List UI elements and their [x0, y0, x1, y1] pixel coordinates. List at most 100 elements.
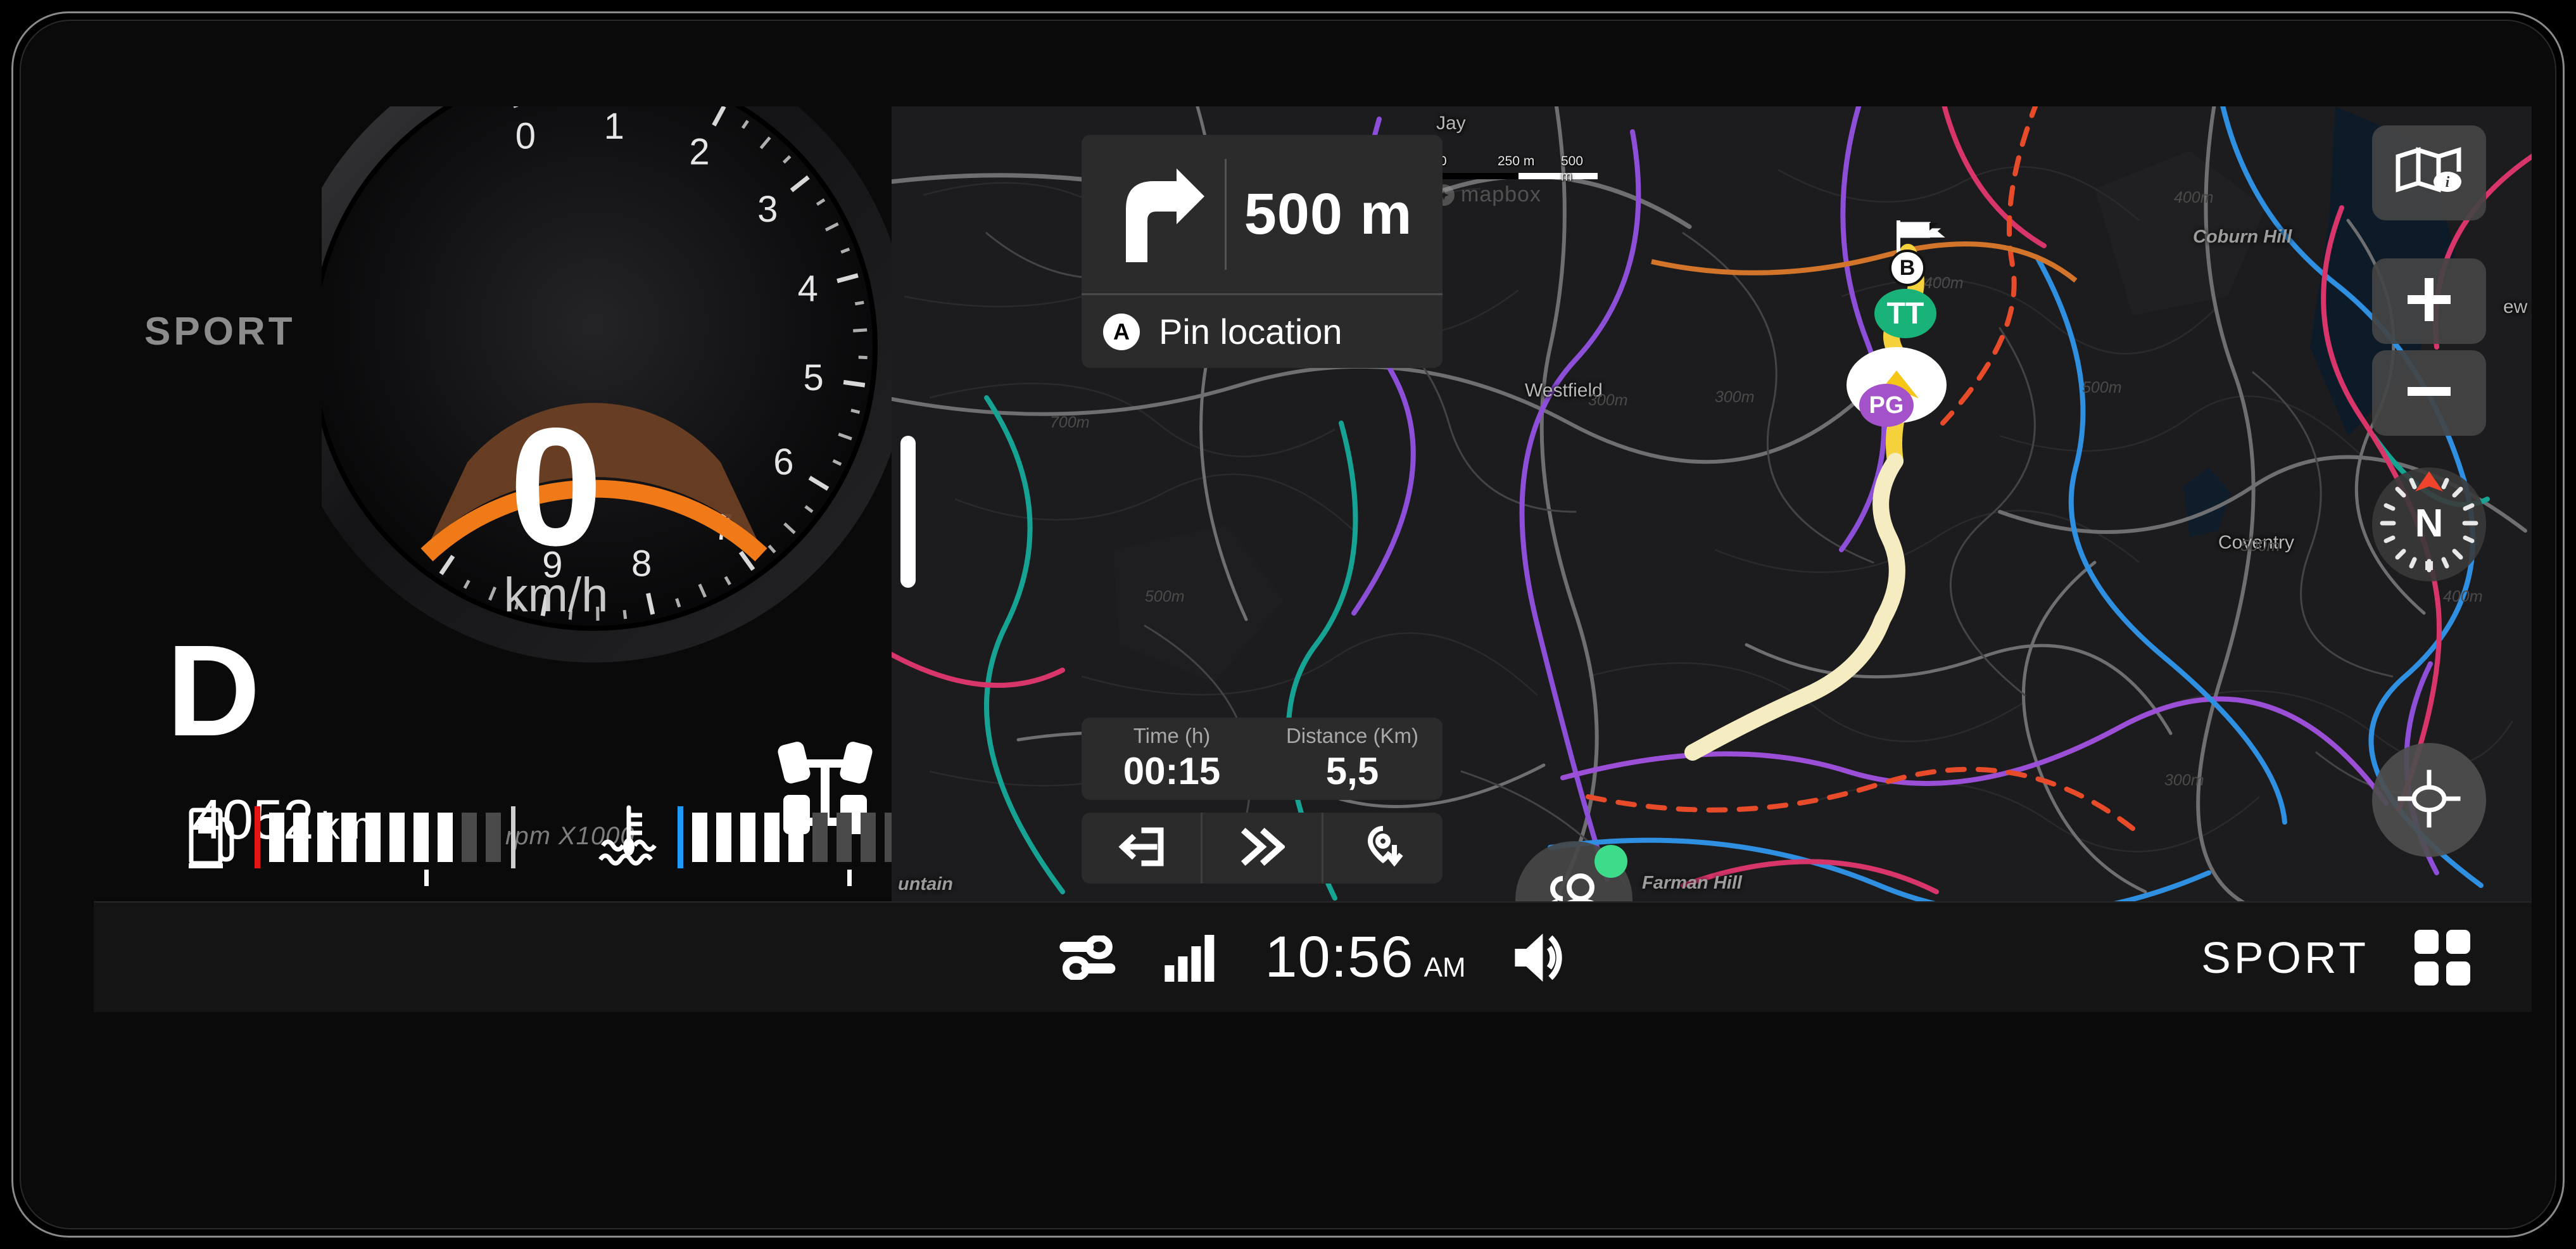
cellular-signal-icon	[1163, 934, 1219, 982]
skip-step-button[interactable]	[1201, 813, 1322, 884]
map-contour-label: 500m	[2240, 537, 2280, 555]
trip-distance-label: Distance (Km)	[1285, 724, 1419, 747]
mapbox-attribution: mapbox	[1433, 182, 1541, 207]
temp-cold-limit	[678, 806, 683, 868]
exit-arrow-icon	[1116, 827, 1166, 870]
destination-flag-marker[interactable]: B	[1889, 219, 1952, 286]
turn-right-icon	[1099, 163, 1220, 265]
map-contour-label: 500m	[1145, 588, 1185, 605]
status-drive-mode-label: SPORT	[2201, 932, 2369, 982]
map-info-icon: i	[2394, 145, 2464, 201]
svg-text:5: 5	[803, 357, 823, 398]
map-place-label: ew	[2503, 296, 2528, 317]
svg-text:6: 6	[773, 441, 793, 483]
temp-mid-tick	[847, 870, 852, 886]
clock-meridiem: AM	[1424, 952, 1466, 983]
speed-unit: km/h	[503, 567, 609, 622]
destination-marker-label: B	[1889, 250, 1926, 286]
svg-text:8: 8	[631, 543, 652, 584]
scale-tick-1: 250 m	[1498, 154, 1535, 168]
svg-text:i: i	[2446, 174, 2450, 191]
map-contour-label: 300m	[1715, 388, 1755, 406]
status-bar: 10:56 AM SPORT	[94, 901, 2532, 1012]
trip-time-label: Time (h)	[1133, 724, 1211, 747]
navigation-instruction-card[interactable]: 500 m A Pin location	[1082, 135, 1443, 368]
navigation-map[interactable]: 0 250 m 500 m mapbox Jay Westfield Coventr…	[892, 106, 2532, 901]
temp-bar-track	[678, 806, 892, 886]
navigation-maneuver-row: 500 m	[1082, 135, 1443, 293]
trip-distance-stat: Distance (Km) 5,5	[1262, 718, 1443, 800]
status-bar-center-group: 10:56 AM	[1034, 924, 1591, 991]
speed-value: 0	[509, 393, 603, 581]
map-contour-label: 700m	[1050, 414, 1090, 431]
status-bar-right-group: SPORT	[2201, 929, 2472, 987]
map-scale-bar: 0 250 m 500 m	[1439, 154, 1598, 184]
navigation-distance: 500 m	[1244, 181, 1413, 246]
navigation-step-badge: A	[1103, 313, 1140, 350]
gear-indicator: D	[167, 618, 261, 763]
passenger-status-dot	[1594, 845, 1627, 878]
double-chevron-right-icon	[1239, 827, 1286, 870]
passengers-icon	[1541, 872, 1607, 901]
settings-button[interactable]	[1057, 935, 1118, 980]
cluster-drive-mode-badge: SPORT	[144, 310, 296, 353]
infotainment-screen: 0123456789 SPORT 0 km/h D 4052km rpm X10…	[94, 106, 2532, 1012]
navigation-step-label: Pin location	[1159, 312, 1342, 352]
reroute-button[interactable]	[1322, 813, 1443, 884]
trip-time-value: 00:15	[1123, 750, 1221, 792]
zoom-in-button[interactable]	[2372, 258, 2486, 344]
navigation-step-row[interactable]: A Pin location	[1082, 293, 1443, 368]
speed-readout: 0 km/h	[480, 393, 632, 623]
fuel-half-tick	[424, 870, 429, 886]
map-place-label: Jay	[1436, 113, 1466, 134]
fuel-bar-track	[255, 806, 515, 886]
volume-button[interactable]	[1512, 931, 1569, 984]
navigation-action-bar	[1082, 813, 1443, 884]
device-inner-bezel: 0123456789 SPORT 0 km/h D 4052km rpm X10…	[20, 20, 2556, 1229]
map-controls: i N	[2372, 106, 2486, 901]
compass-heading-letter: N	[2415, 502, 2444, 546]
svg-text:0: 0	[515, 116, 536, 157]
instrument-cluster: 0123456789 SPORT 0 km/h D 4052km rpm X10…	[94, 106, 892, 901]
mapbox-logo-text: mapbox	[1461, 182, 1541, 206]
map-hill-label: Farman Hill	[1642, 873, 1742, 893]
map-hill-label: untain	[898, 874, 953, 894]
map-contour-label: 300m	[1588, 391, 1628, 409]
trip-time-stat: Time (h) 00:15	[1082, 718, 1262, 800]
minus-icon	[2404, 366, 2454, 420]
locate-crosshair-icon	[2396, 768, 2462, 832]
coolant-temperature-icon	[594, 805, 664, 868]
waypoint-tt-label: TT	[1886, 296, 1924, 331]
apps-grid-button[interactable]	[2413, 929, 2472, 987]
map-contour-label: 400m	[2174, 189, 2214, 206]
map-info-button[interactable]: i	[2372, 125, 2486, 220]
fuel-empty-limit	[255, 806, 260, 868]
status-clock: 10:56 AM	[1265, 924, 1465, 991]
svg-text:1: 1	[604, 106, 624, 147]
trip-stats-panel: Time (h) 00:15 Distance (Km) 5,5	[1082, 718, 1443, 800]
svg-text:2: 2	[689, 132, 709, 173]
scale-tick-2: 500 m	[1561, 154, 1584, 184]
compass-button[interactable]: N	[2372, 467, 2486, 581]
nav-card-divider	[1225, 158, 1227, 270]
fuel-pump-icon	[189, 805, 241, 868]
svg-text:4: 4	[798, 269, 818, 310]
locate-button[interactable]	[2372, 743, 2486, 857]
fuel-gauge	[189, 805, 515, 886]
waypoint-marker-tt[interactable]: TT	[1874, 289, 1936, 338]
pin-rotate-icon	[1361, 825, 1405, 872]
svg-text:3: 3	[757, 189, 778, 230]
zoom-out-button[interactable]	[2372, 350, 2486, 436]
plus-icon	[2404, 274, 2454, 328]
waypoint-pg-label: PG	[1869, 391, 1904, 419]
map-panel-drag-handle[interactable]	[900, 436, 916, 588]
map-hill-label: Coburn Hill	[2193, 227, 2292, 247]
map-contour-label: 300m	[2164, 771, 2204, 789]
clock-time: 10:56	[1265, 925, 1414, 989]
waypoint-marker-pg[interactable]: PG	[1859, 384, 1914, 427]
coolant-temperature-gauge	[594, 805, 892, 886]
map-contour-label: 500m	[2082, 379, 2122, 396]
trip-distance-value: 5,5	[1325, 750, 1379, 792]
exit-navigation-button[interactable]	[1082, 813, 1201, 884]
device-bezel: 0123456789 SPORT 0 km/h D 4052km rpm X10…	[11, 11, 2565, 1238]
